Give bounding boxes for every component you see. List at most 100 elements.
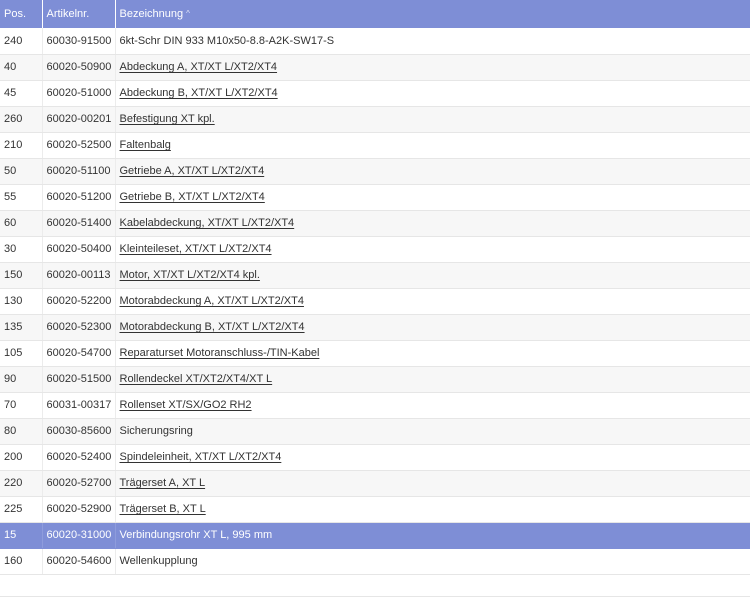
table-row[interactable]: 225 60020-52900 Trägerset B, XT L xyxy=(0,496,750,523)
table-row[interactable]: 60 60020-51400 Kabelabdeckung, XT/XT L/XT2… xyxy=(0,210,750,237)
cell-artikelnr: 60031-00317 xyxy=(42,392,116,419)
cell-pos: 15 xyxy=(0,522,43,549)
table-row[interactable]: 15 60020-31000 Verbindungsrohr XT L, 995 m… xyxy=(0,522,750,549)
cell-artikelnr: 60030-85600 xyxy=(42,418,116,445)
part-link[interactable]: Motorabdeckung A, XT/XT L/XT2/XT4 xyxy=(120,295,304,307)
cell-pos: 260 xyxy=(0,106,43,133)
cell-pos: 210 xyxy=(0,132,43,159)
cell-artikelnr: 60020-00201 xyxy=(42,106,116,133)
part-link[interactable]: Motor, XT/XT L/XT2/XT4 kpl. xyxy=(120,269,260,281)
cell-artikelnr: 60030-91500 xyxy=(42,28,116,55)
cell-artikelnr: 60020-52700 xyxy=(42,470,116,497)
part-link[interactable]: Abdeckung B, XT/XT L/XT2/XT4 xyxy=(120,87,278,99)
part-link[interactable]: Kleinteileset, XT/XT L/XT2/XT4 xyxy=(120,243,272,255)
table-row[interactable]: 260 60020-00201 Befestigung XT kpl. xyxy=(0,106,750,133)
table-row[interactable]: 45 60020-51000 Abdeckung B, XT/XT L/XT2/XT… xyxy=(0,80,750,107)
cell-pos: 135 xyxy=(0,314,43,341)
table-row[interactable]: 90 60020-51500 Rollendeckel XT/XT2/XT4/XT … xyxy=(0,366,750,393)
column-header-pos-label: Pos. xyxy=(4,8,27,20)
table-row[interactable]: 30 60020-50400 Kleinteileset, XT/XT L/XT2/… xyxy=(0,236,750,263)
table-row[interactable]: 210 60020-52500 Faltenbalg xyxy=(0,132,750,159)
part-link[interactable]: Spindeleinheit, XT/XT L/XT2/XT4 xyxy=(120,451,282,463)
cell-artikelnr: 60020-51100 xyxy=(42,158,116,185)
part-link[interactable]: Rollenset XT/SX/GO2 RH2 xyxy=(120,399,252,411)
part-link[interactable]: Trägerset A, XT L xyxy=(120,477,206,489)
part-link[interactable]: Getriebe A, XT/XT L/XT2/XT4 xyxy=(120,165,265,177)
header-row: Pos. Artikelnr. Bezeichnung ^ xyxy=(0,0,750,28)
cell-artikelnr: 60020-31000 xyxy=(42,522,116,549)
cell-artikelnr: 60020-50900 xyxy=(42,54,116,81)
table-row[interactable]: 135 60020-52300 Motorabdeckung B, XT/XT L/… xyxy=(0,314,750,341)
cell-artikelnr: 60020-54700 xyxy=(42,340,116,367)
cell-artikelnr: 60020-50400 xyxy=(42,236,116,263)
table-row[interactable]: 160 60020-54600 Wellenkupplung xyxy=(0,548,750,575)
table-bottom-divider xyxy=(0,596,750,597)
table-body: 240 60030-91500 6kt-Schr DIN 933 M10x50-8.… xyxy=(0,28,750,575)
parts-table: Pos. Artikelnr. Bezeichnung ^ 240 60030-91… xyxy=(0,0,750,575)
cell-pos: 225 xyxy=(0,496,43,523)
table-row[interactable]: 50 60020-51100 Getriebe A, XT/XT L/XT2/XT4 xyxy=(0,158,750,185)
cell-bezeichnung: Kleinteileset, XT/XT L/XT2/XT4 xyxy=(115,236,750,263)
cell-bezeichnung: Abdeckung A, XT/XT L/XT2/XT4 xyxy=(115,54,750,81)
part-link[interactable]: Getriebe B, XT/XT L/XT2/XT4 xyxy=(120,191,265,203)
cell-artikelnr: 60020-52400 xyxy=(42,444,116,471)
cell-pos: 105 xyxy=(0,340,43,367)
cell-pos: 150 xyxy=(0,262,43,289)
cell-bezeichnung: Befestigung XT kpl. xyxy=(115,106,750,133)
part-link[interactable]: Kabelabdeckung, XT/XT L/XT2/XT4 xyxy=(120,217,295,229)
table-row[interactable]: 130 60020-52200 Motorabdeckung A, XT/XT L/… xyxy=(0,288,750,315)
table-row[interactable]: 150 60020-00113 Motor, XT/XT L/XT2/XT4 kpl… xyxy=(0,262,750,289)
cell-pos: 50 xyxy=(0,158,43,185)
cell-pos: 80 xyxy=(0,418,43,445)
table-row[interactable]: 220 60020-52700 Trägerset A, XT L xyxy=(0,470,750,497)
table-row[interactable]: 200 60020-52400 Spindeleinheit, XT/XT L/XT… xyxy=(0,444,750,471)
cell-pos: 160 xyxy=(0,548,43,575)
part-link[interactable]: Befestigung XT kpl. xyxy=(120,113,215,125)
cell-pos: 40 xyxy=(0,54,43,81)
cell-pos: 30 xyxy=(0,236,43,263)
part-link[interactable]: Trägerset B, XT L xyxy=(120,503,206,515)
cell-bezeichnung: Spindeleinheit, XT/XT L/XT2/XT4 xyxy=(115,444,750,471)
cell-artikelnr: 60020-52500 xyxy=(42,132,116,159)
cell-artikelnr: 60020-52200 xyxy=(42,288,116,315)
cell-artikelnr: 60020-52300 xyxy=(42,314,116,341)
cell-pos: 55 xyxy=(0,184,43,211)
cell-bezeichnung: Kabelabdeckung, XT/XT L/XT2/XT4 xyxy=(115,210,750,237)
column-header-pos[interactable]: Pos. xyxy=(0,0,43,28)
part-name: Wellenkupplung xyxy=(119,555,198,567)
cell-pos: 60 xyxy=(0,210,43,237)
part-name: Sicherungsring xyxy=(119,425,193,437)
part-link[interactable]: Faltenbalg xyxy=(120,139,171,151)
cell-bezeichnung: Abdeckung B, XT/XT L/XT2/XT4 xyxy=(115,80,750,107)
table-row[interactable]: 105 60020-54700 Reparaturset Motoranschlus… xyxy=(0,340,750,367)
cell-artikelnr: 60020-51000 xyxy=(42,80,116,107)
cell-bezeichnung: Motor, XT/XT L/XT2/XT4 kpl. xyxy=(115,262,750,289)
cell-bezeichnung: Faltenbalg xyxy=(115,132,750,159)
table-row[interactable]: 80 60030-85600 Sicherungsring xyxy=(0,418,750,445)
cell-bezeichnung: Motorabdeckung B, XT/XT L/XT2/XT4 xyxy=(115,314,750,341)
cell-bezeichnung: 6kt-Schr DIN 933 M10x50-8.8-A2K-SW17-S xyxy=(115,28,750,55)
part-name: 6kt-Schr DIN 933 M10x50-8.8-A2K-SW17-S xyxy=(119,34,335,47)
cell-pos: 240 xyxy=(0,28,43,55)
part-link[interactable]: Abdeckung A, XT/XT L/XT2/XT4 xyxy=(120,61,278,73)
cell-bezeichnung: Motorabdeckung A, XT/XT L/XT2/XT4 xyxy=(115,288,750,315)
column-header-artikelnr[interactable]: Artikelnr. xyxy=(42,0,116,28)
table-row[interactable]: 70 60031-00317 Rollenset XT/SX/GO2 RH2 xyxy=(0,392,750,419)
cell-pos: 90 xyxy=(0,366,43,393)
column-header-bezeichnung-label: Bezeichnung xyxy=(119,8,184,20)
cell-bezeichnung: Rollenset XT/SX/GO2 RH2 xyxy=(115,392,750,419)
cell-bezeichnung: Wellenkupplung xyxy=(115,548,750,575)
table-header: Pos. Artikelnr. Bezeichnung ^ xyxy=(0,0,750,28)
cell-artikelnr: 60020-52900 xyxy=(42,496,116,523)
table-row[interactable]: 240 60030-91500 6kt-Schr DIN 933 M10x50-8.… xyxy=(0,28,750,55)
cell-artikelnr: 60020-51200 xyxy=(42,184,116,211)
column-header-bezeichnung[interactable]: Bezeichnung ^ xyxy=(115,0,750,28)
part-link[interactable]: Motorabdeckung B, XT/XT L/XT2/XT4 xyxy=(120,321,305,333)
cell-bezeichnung: Trägerset B, XT L xyxy=(115,496,750,523)
part-link[interactable]: Rollendeckel XT/XT2/XT4/XT L xyxy=(120,373,273,385)
table-row[interactable]: 55 60020-51200 Getriebe B, XT/XT L/XT2/XT4 xyxy=(0,184,750,211)
table-row[interactable]: 40 60020-50900 Abdeckung A, XT/XT L/XT2/XT… xyxy=(0,54,750,81)
part-link[interactable]: Reparaturset Motoranschluss-/TIN-Kabel xyxy=(120,347,320,359)
cell-bezeichnung: Getriebe B, XT/XT L/XT2/XT4 xyxy=(115,184,750,211)
cell-pos: 45 xyxy=(0,80,43,107)
